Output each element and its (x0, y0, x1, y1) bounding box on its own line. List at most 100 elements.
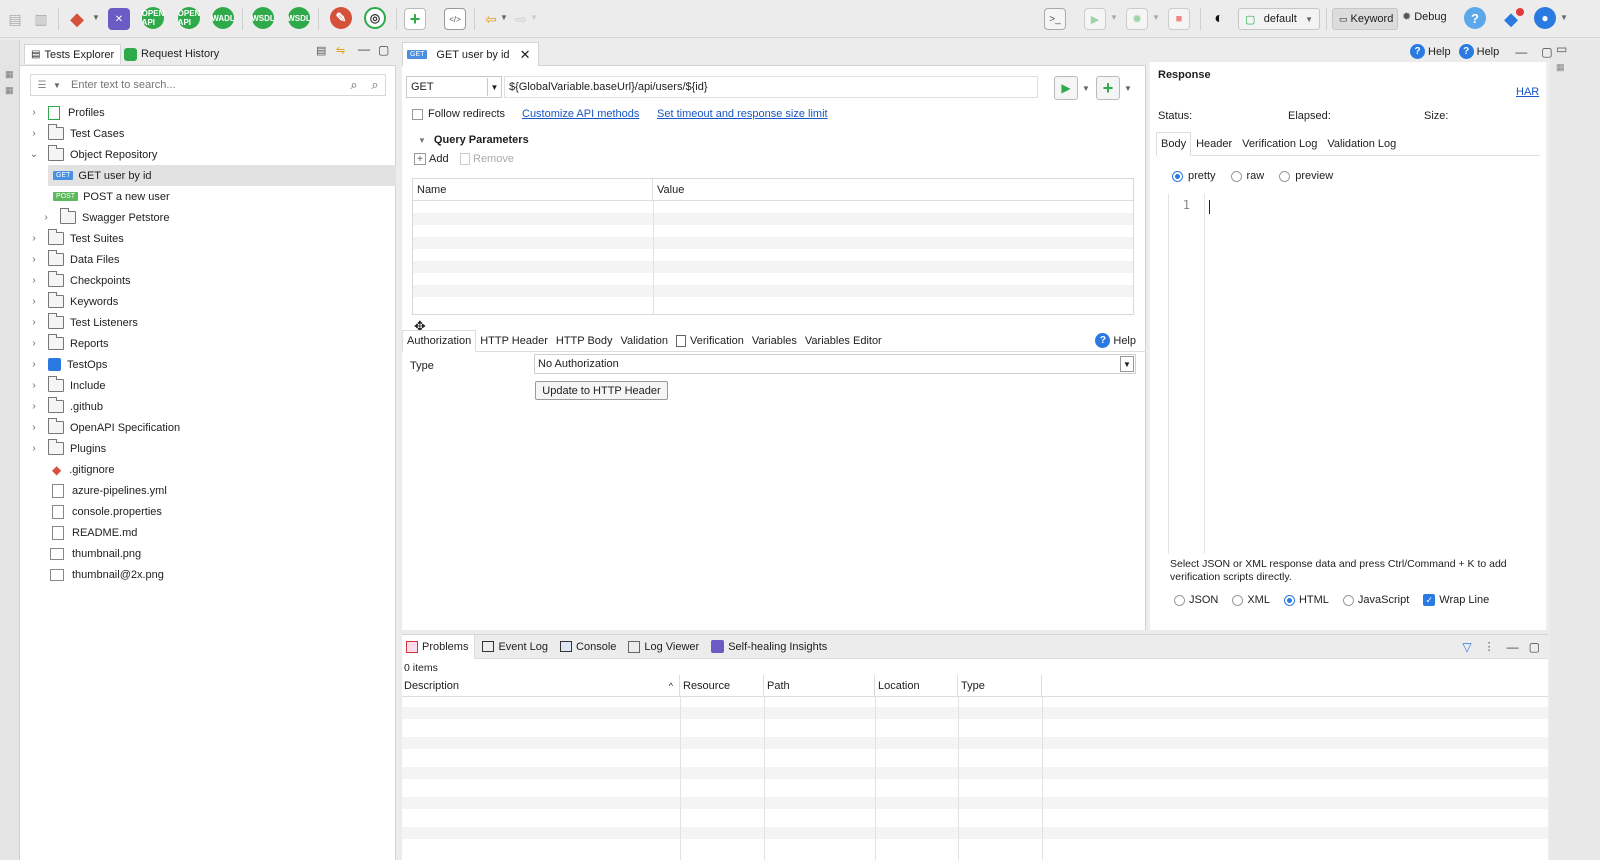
maximize-icon[interactable]: ▢ (378, 43, 389, 57)
tree-item-test-listeners[interactable]: › Test Listeners (28, 312, 396, 333)
keyword-perspective-button[interactable]: ▭ Keyword (1332, 8, 1398, 30)
chevron-right-icon[interactable]: › (28, 359, 40, 370)
remove-param-button[interactable]: Remove (460, 153, 514, 165)
table-row[interactable] (413, 237, 1133, 249)
tab-validation[interactable]: Validation (617, 335, 673, 347)
tab-http-header[interactable]: HTTP Header (476, 335, 552, 347)
tab-request-history[interactable]: Request History (118, 44, 225, 64)
script-icon[interactable]: </> (444, 8, 466, 30)
wrap-line-checkbox[interactable]: ✓ (1423, 594, 1436, 606)
tree-item-checkpoints[interactable]: › Checkpoints (28, 270, 396, 291)
set-timeout-link[interactable]: Set timeout and response size limit (657, 108, 828, 120)
run-menu-caret[interactable]: ▼ (1110, 13, 1118, 22)
debug-menu-caret[interactable]: ▼ (1152, 13, 1160, 22)
tab-authorization[interactable]: Authorization (402, 329, 477, 352)
table-row[interactable] (413, 261, 1133, 273)
import-wadl-icon[interactable]: WADL (211, 7, 235, 29)
user-avatar-icon[interactable]: ● (1534, 7, 1556, 29)
tree-item-readme[interactable]: README.md (28, 522, 396, 543)
link-editor-icon[interactable]: ⇋ (336, 44, 345, 57)
record-icon[interactable]: ✎ (330, 7, 352, 29)
tab-console[interactable]: Console (555, 641, 621, 653)
table-row[interactable] (413, 213, 1133, 225)
tab-tests-explorer[interactable]: ▤ Tests Explorer (24, 44, 122, 64)
url-input[interactable]: ${GlobalVariable.baseUrl}/api/users/${id… (504, 76, 1038, 98)
view-menu-icon[interactable]: ⋮ (1484, 640, 1495, 653)
chevron-right-icon[interactable]: › (28, 275, 40, 286)
chevron-down-icon[interactable]: ▼ (53, 81, 67, 90)
tab-verification-log[interactable]: Verification Log (1237, 138, 1322, 150)
method-select[interactable]: GET ▼ (406, 76, 502, 98)
chevron-right-icon[interactable]: › (40, 212, 52, 223)
radio-html[interactable] (1283, 594, 1295, 606)
column-header-location[interactable]: Location (875, 674, 958, 697)
tree-item-post-new-user[interactable]: POST POST a new user (48, 186, 396, 207)
tree-item-thumbnail-2x[interactable]: thumbnail@2x.png (28, 564, 396, 585)
forward-icon[interactable]: ⇨ (510, 8, 532, 30)
collapse-icon[interactable]: ▤ (316, 44, 326, 57)
view-icon[interactable]: ▦ (1556, 62, 1600, 73)
help-link[interactable]: ? Help (1095, 333, 1136, 348)
tree-item-data-files[interactable]: › Data Files (28, 249, 396, 270)
restore-icon[interactable]: ▭ (1556, 42, 1600, 56)
query-parameters-header[interactable]: ▼ Query Parameters (418, 134, 529, 146)
tree-item-thumbnail[interactable]: thumbnail.png (28, 543, 396, 564)
profile-selector[interactable]: ▢ default ▼ (1238, 8, 1320, 30)
column-header-path[interactable]: Path (764, 674, 875, 697)
stop-icon[interactable]: ■ (1168, 8, 1190, 30)
radio-pretty[interactable] (1172, 170, 1183, 182)
import-wsdl-icon[interactable]: WSDL (251, 7, 275, 29)
minimize-icon[interactable]: — (1515, 45, 1527, 59)
chevron-down-icon[interactable]: ⌄ (28, 149, 40, 160)
close-icon[interactable]: ✕ (520, 47, 531, 63)
tab-validation-log[interactable]: Validation Log (1322, 138, 1401, 150)
tree-item-profiles[interactable]: › Profiles (28, 102, 396, 123)
chevron-right-icon[interactable]: › (28, 443, 40, 454)
chevron-right-icon[interactable]: › (28, 422, 40, 433)
chevron-right-icon[interactable]: › (28, 254, 40, 265)
chevron-right-icon[interactable]: › (28, 296, 40, 307)
chevron-right-icon[interactable]: › (28, 338, 40, 349)
spy-web-icon[interactable]: ✕ (108, 8, 130, 30)
tab-body[interactable]: Body (1156, 131, 1192, 156)
back-menu-caret[interactable]: ▼ (500, 13, 508, 22)
import-openapi-3-icon[interactable]: OPEN API (178, 7, 200, 29)
maximize-icon[interactable]: ▢ (1541, 45, 1552, 59)
tree-item-swagger-petstore[interactable]: › Swagger Petstore (40, 207, 396, 228)
tree-item-plugins[interactable]: › Plugins (28, 438, 396, 459)
radio-json[interactable] (1174, 594, 1185, 606)
tab-event-log[interactable]: Event Log (477, 641, 553, 653)
authorization-type-select[interactable]: No Authorization ▼ (534, 354, 1136, 374)
send-request-button[interactable]: ▶ (1054, 76, 1078, 100)
search-input[interactable] (67, 79, 343, 91)
column-header-resource[interactable]: Resource (680, 674, 764, 697)
tree-item-include[interactable]: › Include (28, 375, 396, 396)
filter-icon[interactable]: ▽ (1462, 640, 1471, 654)
run-icon[interactable]: ▶ (1084, 8, 1106, 30)
chevron-right-icon[interactable]: › (28, 380, 40, 391)
column-header-description[interactable]: Description ^ (402, 674, 680, 697)
forward-menu-caret[interactable]: ▼ (530, 13, 538, 22)
tab-header[interactable]: Header (1191, 138, 1237, 150)
tree-item-test-suites[interactable]: › Test Suites (28, 228, 396, 249)
tree-item-azure-pipelines[interactable]: azure-pipelines.yml (28, 480, 396, 501)
tab-http-body[interactable]: HTTP Body (552, 335, 617, 347)
chevron-right-icon[interactable]: › (28, 317, 40, 328)
tree-item-reports[interactable]: › Reports (28, 333, 396, 354)
tree-item-object-repository[interactable]: ⌄ Object Repository (28, 144, 396, 165)
chevron-right-icon[interactable]: › (28, 107, 40, 118)
chevron-right-icon[interactable]: › (28, 128, 40, 139)
tab-verification[interactable]: Verification (672, 334, 748, 347)
response-body-editor[interactable]: 1 (1168, 194, 1530, 554)
import-wsdl-2-icon[interactable]: WSDL (287, 7, 311, 29)
update-to-http-header-button[interactable]: Update to HTTP Header (535, 381, 668, 400)
import-openapi-icon[interactable]: OPEN API (142, 7, 164, 29)
column-header-type[interactable]: Type (958, 674, 1042, 697)
table-row[interactable] (413, 285, 1133, 297)
radio-xml[interactable] (1232, 594, 1244, 606)
git-icon[interactable]: ◆ (66, 8, 88, 30)
tree-item-keywords[interactable]: › Keywords (28, 291, 396, 312)
har-link[interactable]: HAR (1516, 86, 1539, 98)
add-to-test-case-button[interactable]: + (1096, 76, 1120, 100)
add-menu-caret[interactable]: ▼ (1124, 84, 1132, 93)
